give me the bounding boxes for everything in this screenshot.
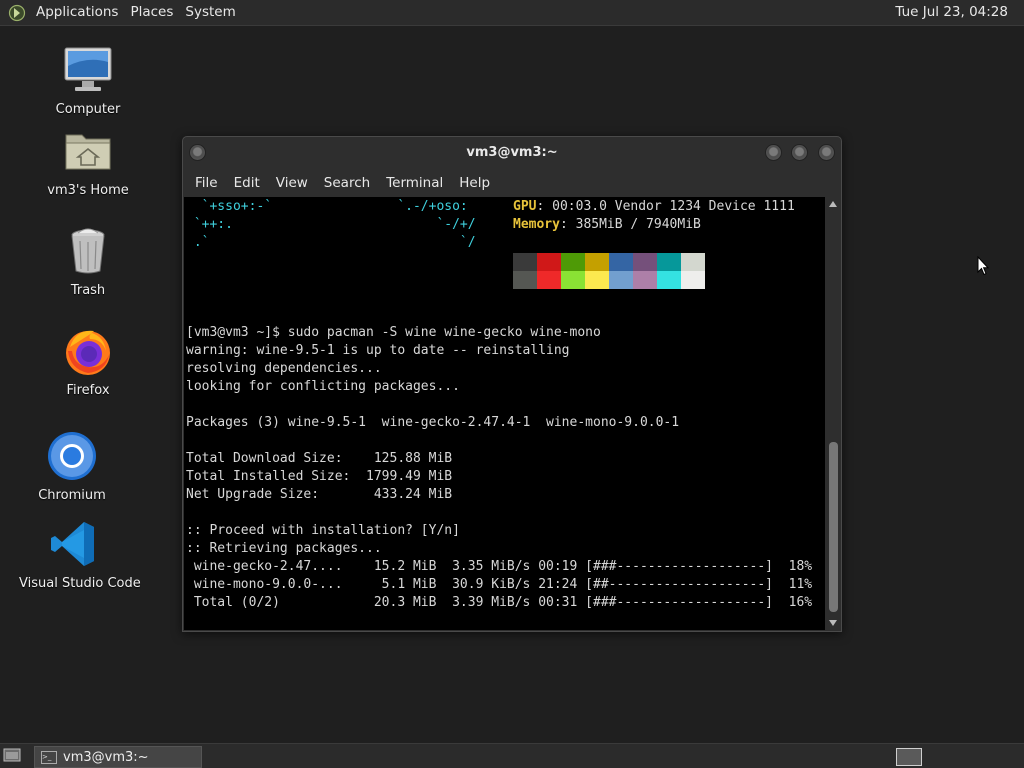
terminal-line: Total Download Size: 125.88 MiB bbox=[186, 451, 453, 466]
firefox-icon bbox=[66, 330, 110, 375]
terminal-line: resolving dependencies... bbox=[186, 361, 382, 376]
gpu-label: GPU bbox=[513, 199, 537, 214]
desktop-icon-label: Trash bbox=[70, 283, 106, 298]
close-button[interactable] bbox=[818, 144, 835, 161]
palette-swatch bbox=[681, 253, 705, 271]
desktop-icon-label: Visual Studio Code bbox=[19, 576, 141, 591]
trash-icon bbox=[71, 228, 105, 274]
menu-view[interactable]: View bbox=[268, 175, 316, 191]
palette-swatch bbox=[585, 271, 609, 289]
taskbar-button-label: vm3@vm3:~ bbox=[63, 749, 149, 765]
terminal-scrollbar[interactable] bbox=[827, 197, 840, 630]
desktop-icon-label: Computer bbox=[55, 102, 121, 117]
palette-swatch bbox=[681, 271, 705, 289]
bottom-panel: >_ vm3@vm3:~ bbox=[0, 743, 1024, 768]
desktop-icon-home[interactable]: vm3's Home bbox=[33, 125, 143, 198]
system-menu[interactable]: System bbox=[179, 0, 241, 25]
vscode-icon bbox=[51, 522, 94, 566]
computer-icon bbox=[64, 47, 112, 91]
panel-clock[interactable]: Tue Jul 23, 04:28 bbox=[895, 0, 1008, 25]
ascii-art-line: .` `/ bbox=[186, 235, 476, 250]
palette-swatch bbox=[513, 253, 537, 271]
maximize-button[interactable] bbox=[791, 144, 808, 161]
terminal-line: :: Retrieving packages... bbox=[186, 541, 382, 556]
terminal-output[interactable]: `+sso+:-` `.-/+oso: `++:. `-/+/ .` `/ GP… bbox=[184, 197, 825, 630]
terminal-line: looking for conflicting packages... bbox=[186, 379, 460, 394]
applications-menu[interactable]: Applications bbox=[30, 0, 124, 25]
palette-swatch bbox=[585, 253, 609, 271]
scrollbar-thumb[interactable] bbox=[829, 442, 838, 612]
palette-swatch bbox=[633, 253, 657, 271]
chromium-icon bbox=[48, 432, 96, 480]
palette-swatch bbox=[561, 271, 585, 289]
desktop-icon-chromium[interactable]: Chromium bbox=[17, 430, 127, 503]
palette-swatch bbox=[633, 271, 657, 289]
terminal-line: [vm3@vm3 ~]$ sudo pacman -S wine wine-ge… bbox=[186, 325, 601, 340]
desktop-icon-label: vm3's Home bbox=[47, 183, 129, 198]
terminal-line: wine-gecko-2.47.... 15.2 MiB 3.35 MiB/s … bbox=[186, 559, 813, 574]
palette-swatch bbox=[513, 271, 537, 289]
top-panel: Applications Places System Tue Jul 23, 0… bbox=[0, 0, 1024, 26]
palette-swatch bbox=[609, 253, 633, 271]
desktop-icon-trash[interactable]: Trash bbox=[33, 225, 143, 298]
memory-info: Memory: 385MiB / 7940MiB bbox=[513, 216, 701, 234]
mouse-cursor-icon bbox=[977, 256, 989, 276]
desktop-icon-label: Firefox bbox=[66, 383, 110, 398]
terminal-icon: >_ bbox=[41, 750, 57, 764]
memory-value: : 385MiB / 7940MiB bbox=[559, 217, 701, 232]
scroll-up-arrow-icon[interactable] bbox=[829, 201, 837, 207]
palette-swatch bbox=[561, 253, 585, 271]
desktop-icon-firefox[interactable]: Firefox bbox=[33, 325, 143, 398]
menu-edit[interactable]: Edit bbox=[226, 175, 268, 191]
terminal-line: :: Proceed with installation? [Y/n] bbox=[186, 523, 460, 538]
palette-row-normal bbox=[513, 253, 705, 271]
desktop-icon-computer[interactable]: Computer bbox=[33, 44, 143, 117]
terminal-line: warning: wine-9.5-1 is up to date -- rei… bbox=[186, 343, 570, 358]
terminal-line: Packages (3) wine-9.5-1 wine-gecko-2.47.… bbox=[186, 415, 680, 430]
taskbar-button-terminal[interactable]: >_ vm3@vm3:~ bbox=[34, 746, 202, 768]
palette-swatch bbox=[657, 253, 681, 271]
terminal-line: Total (0/2) 20.3 MiB 3.39 MiB/s 00:31 [#… bbox=[186, 595, 813, 610]
minimize-button[interactable] bbox=[765, 144, 782, 161]
show-desktop-icon[interactable] bbox=[3, 747, 21, 763]
gpu-value: : 00:03.0 Vendor 1234 Device 1111 bbox=[536, 199, 795, 214]
window-title: vm3@vm3:~ bbox=[466, 145, 558, 160]
places-menu[interactable]: Places bbox=[124, 0, 179, 25]
palette-swatch bbox=[537, 271, 561, 289]
ascii-art-line: `++:. `-/+/ bbox=[186, 217, 476, 232]
terminal-line: Total Installed Size: 1799.49 MiB bbox=[186, 469, 453, 484]
ascii-art-line: `+sso+:-` `.-/+oso: bbox=[186, 199, 468, 214]
home-folder-icon bbox=[65, 134, 111, 170]
menu-search[interactable]: Search bbox=[316, 175, 378, 191]
gpu-info: GPU: 00:03.0 Vendor 1234 Device 1111 bbox=[513, 198, 795, 216]
terminal-line: wine-mono-9.0.0-... 5.1 MiB 30.9 KiB/s 2… bbox=[186, 577, 813, 592]
terminal-menubar: File Edit View Search Terminal Help bbox=[183, 169, 841, 196]
menu-file[interactable]: File bbox=[187, 175, 226, 191]
palette-row-bright bbox=[513, 271, 705, 289]
distro-logo-icon[interactable] bbox=[8, 4, 26, 22]
workspace-switcher[interactable] bbox=[896, 748, 922, 766]
color-palette bbox=[513, 253, 705, 289]
scroll-down-arrow-icon[interactable] bbox=[829, 620, 837, 626]
terminal-window[interactable]: vm3@vm3:~ File Edit View Search Terminal… bbox=[182, 136, 842, 632]
desktop-icon-vscode[interactable]: Visual Studio Code bbox=[19, 518, 141, 591]
desktop-icon-label: Chromium bbox=[38, 488, 106, 503]
palette-swatch bbox=[609, 271, 633, 289]
terminal-line: Net Upgrade Size: 433.24 MiB bbox=[186, 487, 453, 502]
window-titlebar[interactable]: vm3@vm3:~ bbox=[183, 137, 841, 169]
menu-help[interactable]: Help bbox=[451, 175, 498, 191]
memory-label: Memory bbox=[513, 217, 560, 232]
palette-swatch bbox=[657, 271, 681, 289]
menu-terminal[interactable]: Terminal bbox=[378, 175, 451, 191]
palette-swatch bbox=[537, 253, 561, 271]
